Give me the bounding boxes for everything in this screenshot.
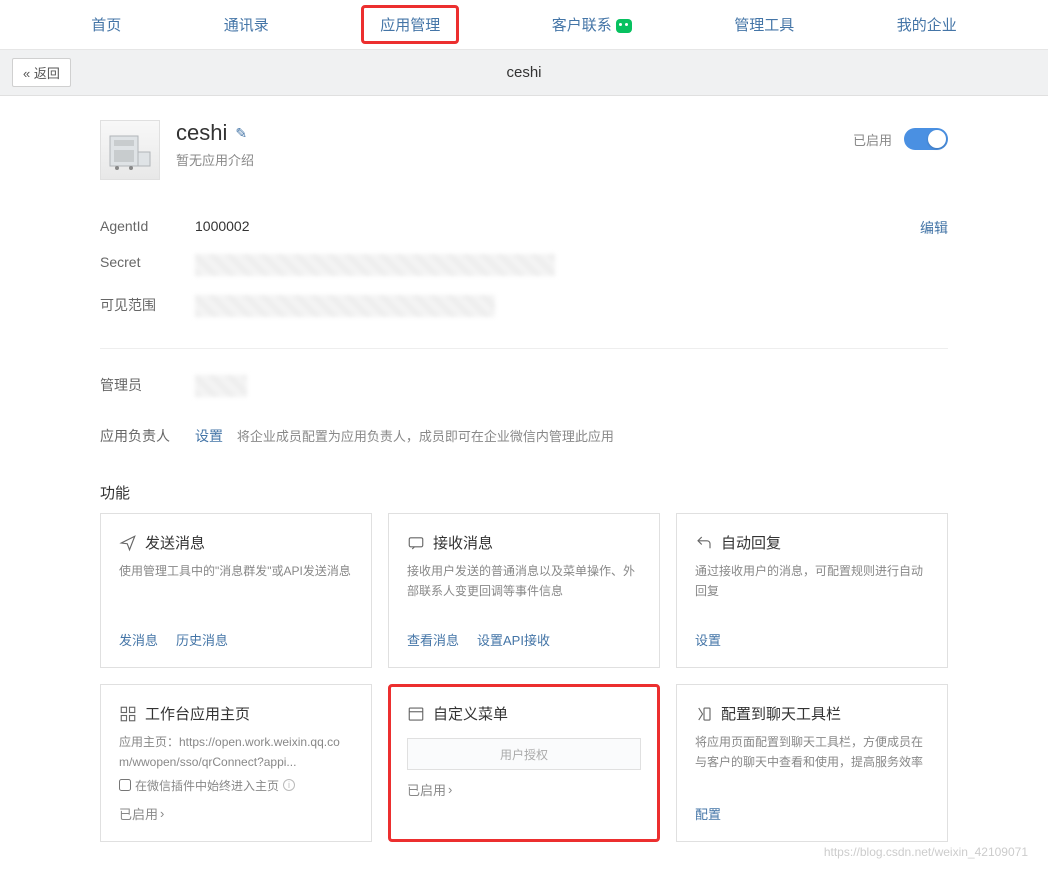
card-status[interactable]: 已启用› <box>407 780 641 799</box>
card-send-message[interactable]: 发送消息 使用管理工具中的"消息群发"或API发送消息 发消息 历史消息 <box>100 513 372 668</box>
reply-icon <box>695 534 713 552</box>
app-description: 暂无应用介绍 <box>176 150 254 169</box>
action-view[interactable]: 查看消息 <box>407 630 459 649</box>
chevron-right-icon: › <box>160 806 164 821</box>
card-desc: 通过接收用户的消息，可配置规则进行自动回复 <box>695 561 929 620</box>
owner-label: 应用负责人 <box>100 426 195 446</box>
header-bar: « 返回 ceshi <box>0 50 1048 96</box>
agentid-row: AgentId 1000002 编辑 <box>100 210 948 246</box>
card-title: 自定义菜单 <box>433 703 508 724</box>
admin-value-redacted <box>195 375 247 397</box>
functions-title: 功能 <box>0 464 1048 513</box>
nav-customer[interactable]: 客户联系 <box>542 10 642 39</box>
enable-toggle[interactable] <box>904 128 948 150</box>
card-chat-toolbar[interactable]: 配置到聊天工具栏 将应用页面配置到聊天工具栏，方便成员在与客户的聊天中查看和使用… <box>676 684 948 842</box>
action-send[interactable]: 发消息 <box>119 630 158 649</box>
action-api[interactable]: 设置API接收 <box>477 630 550 649</box>
card-title: 配置到聊天工具栏 <box>721 703 841 724</box>
checkbox-row: 在微信插件中始终进入主页 i <box>119 777 353 794</box>
agentid-label: AgentId <box>100 218 195 234</box>
chevron-right-icon: › <box>448 782 452 797</box>
always-enter-checkbox[interactable] <box>119 779 131 791</box>
app-icon <box>100 120 160 180</box>
wechat-icon <box>616 19 632 33</box>
back-button[interactable]: « 返回 <box>12 58 71 87</box>
cards-grid: 发送消息 使用管理工具中的"消息群发"或API发送消息 发消息 历史消息 接收消… <box>0 513 1048 882</box>
card-title: 工作台应用主页 <box>145 703 250 724</box>
nav-company[interactable]: 我的企业 <box>887 10 967 39</box>
card-title: 接收消息 <box>433 532 493 553</box>
app-header: ceshi ✎ 暂无应用介绍 已启用 <box>100 120 948 210</box>
receive-icon <box>407 534 425 552</box>
card-auto-reply[interactable]: 自动回复 通过接收用户的消息，可配置规则进行自动回复 设置 <box>676 513 948 668</box>
card-desc: 将应用页面配置到聊天工具栏，方便成员在与客户的聊天中查看和使用，提高服务效率 <box>695 732 929 794</box>
menu-preview[interactable]: 用户授权 <box>407 738 641 770</box>
secret-value-redacted <box>195 254 555 276</box>
visible-value-redacted <box>195 295 495 317</box>
main-content: ceshi ✎ 暂无应用介绍 已启用 AgentId 1000002 编辑 Se… <box>0 96 1048 882</box>
edit-name-icon[interactable]: ✎ <box>235 125 247 142</box>
action-setup[interactable]: 设置 <box>695 630 721 649</box>
secret-label: Secret <box>100 254 195 270</box>
card-desc: 使用管理工具中的"消息群发"或API发送消息 <box>119 561 353 620</box>
grid-icon <box>119 705 137 723</box>
toolbar-icon <box>695 705 713 723</box>
admin-row: 管理员 <box>100 367 948 408</box>
action-config[interactable]: 配置 <box>695 804 721 823</box>
card-custom-menu[interactable]: 自定义菜单 用户授权 已启用› <box>388 684 660 842</box>
card-title: 发送消息 <box>145 532 205 553</box>
enable-label: 已启用 <box>853 130 892 149</box>
owner-setup-link[interactable]: 设置 <box>195 428 223 444</box>
card-title: 自动回复 <box>721 532 781 553</box>
owner-desc: 将企业成员配置为应用负责人，成员即可在企业微信内管理此应用 <box>237 429 614 444</box>
agentid-value: 1000002 <box>195 218 920 234</box>
nav-home[interactable]: 首页 <box>81 10 131 39</box>
card-workbench[interactable]: 工作台应用主页 应用主页：https://open.work.weixin.qq… <box>100 684 372 842</box>
send-icon <box>119 534 137 552</box>
app-name: ceshi ✎ <box>176 120 254 146</box>
edit-link[interactable]: 编辑 <box>920 218 948 238</box>
visible-row: 可见范围 <box>100 287 948 328</box>
nav-contacts[interactable]: 通讯录 <box>214 10 279 39</box>
nav-tools[interactable]: 管理工具 <box>724 10 804 39</box>
card-desc: 应用主页：https://open.work.weixin.qq.com/wwo… <box>119 732 353 773</box>
nav-app-management[interactable]: 应用管理 <box>361 5 459 44</box>
owner-row: 应用负责人 设置 将企业成员配置为应用负责人，成员即可在企业微信内管理此应用 <box>100 418 948 454</box>
admin-label: 管理员 <box>100 375 195 395</box>
card-receive-message[interactable]: 接收消息 接收用户发送的普通消息以及菜单操作、外部联系人变更回调等事件信息 查看… <box>388 513 660 668</box>
card-desc: 接收用户发送的普通消息以及菜单操作、外部联系人变更回调等事件信息 <box>407 561 641 620</box>
menu-icon <box>407 705 425 723</box>
page-title: ceshi <box>506 64 541 81</box>
enable-box: 已启用 <box>853 128 948 150</box>
action-history[interactable]: 历史消息 <box>176 630 228 649</box>
secret-row: Secret <box>100 246 948 287</box>
watermark: https://blog.csdn.net/weixin_42109071 <box>824 845 1028 859</box>
card-status[interactable]: 已启用› <box>119 804 353 823</box>
visible-label: 可见范围 <box>100 295 195 315</box>
top-nav: 首页 通讯录 应用管理 客户联系 管理工具 我的企业 <box>0 0 1048 50</box>
info-icon[interactable]: i <box>283 779 295 791</box>
